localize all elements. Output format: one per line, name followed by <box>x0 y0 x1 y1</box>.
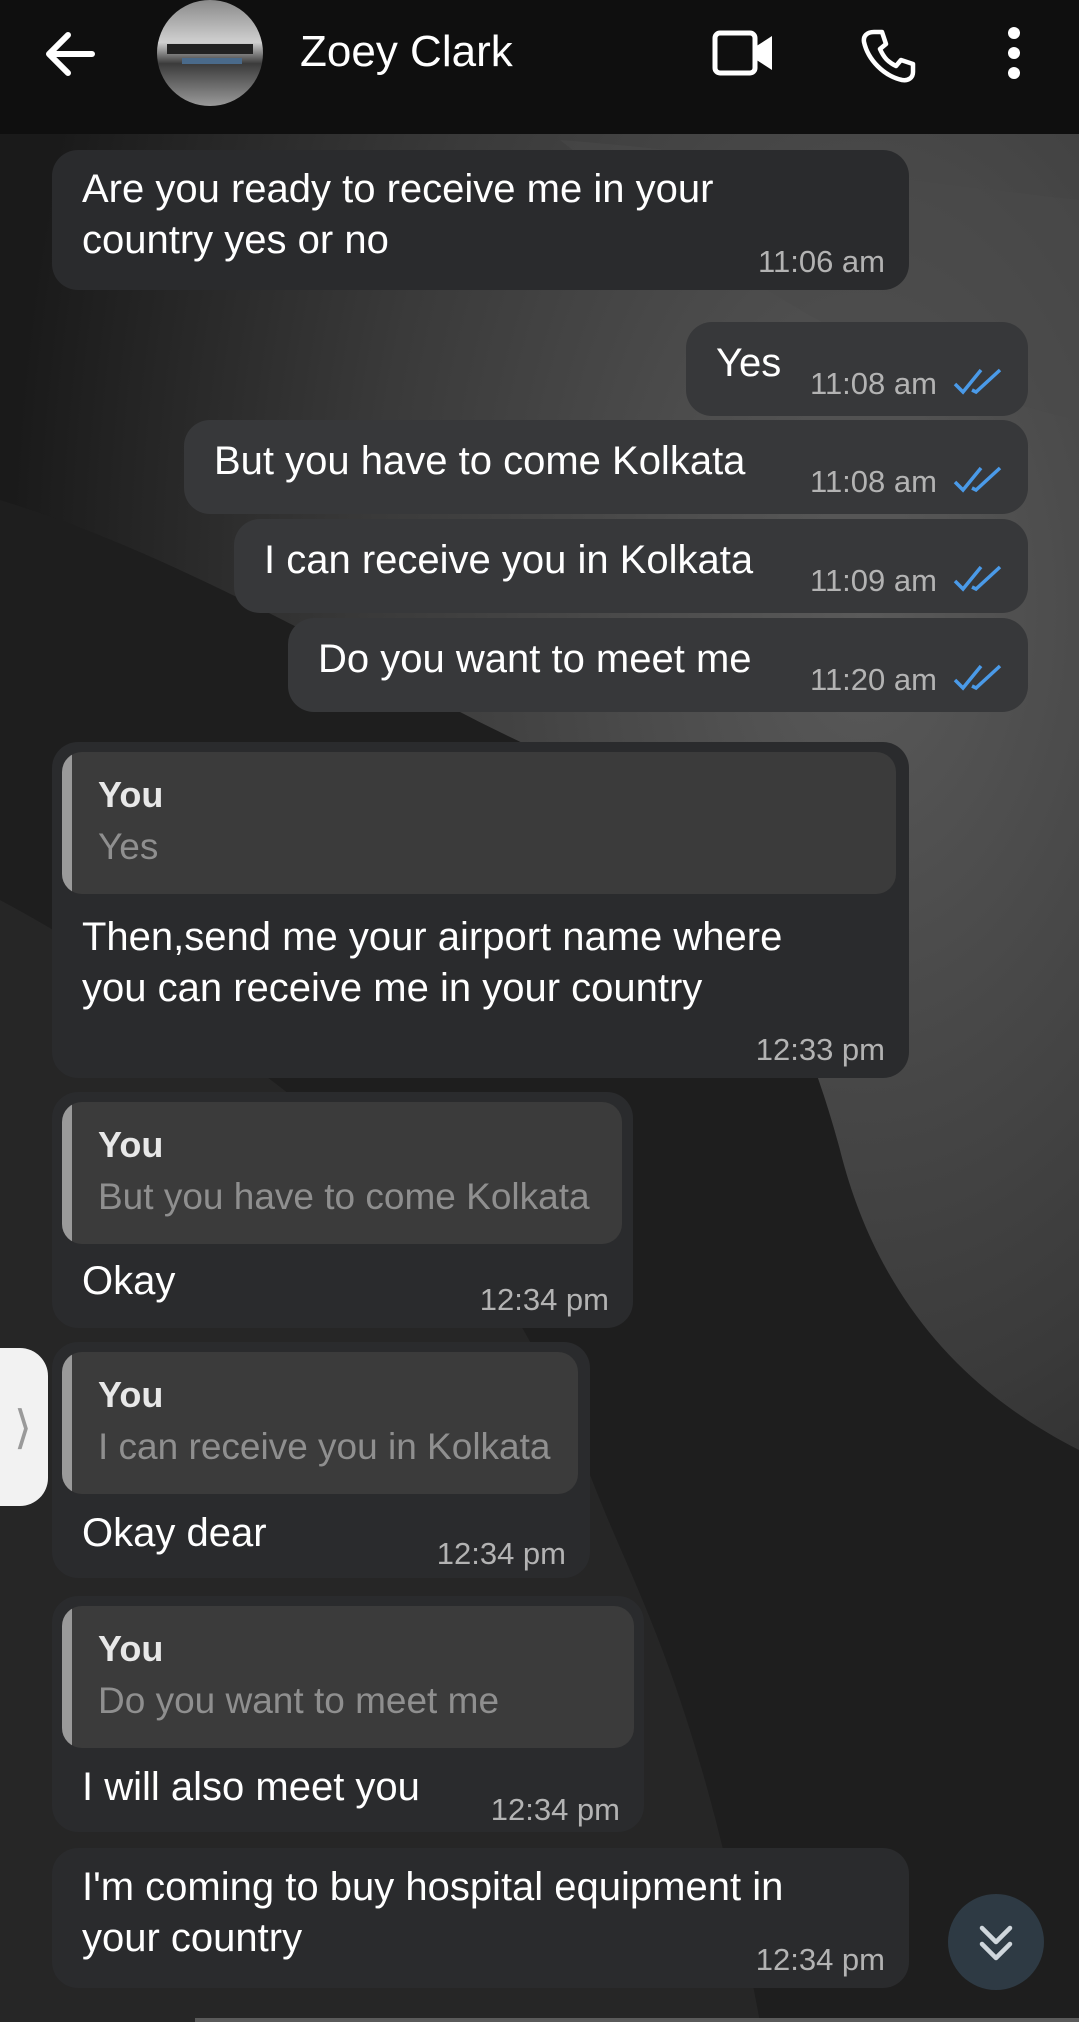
quote-text: Yes <box>98 826 159 867</box>
quote-author: You <box>98 774 164 815</box>
message-text: But you have to come Kolkata <box>214 439 746 483</box>
message-time: 12:34 pm <box>490 1792 620 1827</box>
quote-author: You <box>98 1124 164 1165</box>
contact-avatar[interactable] <box>157 0 263 106</box>
message-bubble-incoming[interactable]: You Yes Then,send me your airport name w… <box>52 742 909 1078</box>
message-time: 12:33 pm <box>755 1032 885 1067</box>
side-handle-glyph: ⟩ <box>14 1401 32 1453</box>
message-text: Do you want to meet me <box>318 637 752 681</box>
message-time: 11:09 am <box>810 563 937 598</box>
message-text: I can receive you in Kolkata <box>264 538 754 582</box>
message-bubble-incoming[interactable]: You Do you want to meet me I will also m… <box>52 1596 644 1832</box>
chat-header: Zoey Clark <box>0 0 1079 134</box>
input-bar-edge <box>195 2018 1079 2022</box>
message-time: 12:34 pm <box>479 1282 609 1317</box>
back-arrow-icon[interactable] <box>40 27 106 81</box>
message-text: Then,send me your airport name where <box>82 915 783 959</box>
message-bubble-incoming[interactable]: You But you have to come Kolkata Okay 12… <box>52 1092 633 1328</box>
message-text: Are you ready to receive me in your <box>82 167 714 211</box>
message-time: 11:08 am <box>810 464 937 499</box>
read-receipt-icon <box>953 565 1002 592</box>
double-chevron-down-icon <box>979 1925 1013 1961</box>
message-time: 12:34 pm <box>755 1942 885 1977</box>
message-bubble-outgoing[interactable]: Do you want to meet me 11:20 am <box>288 618 1028 712</box>
quote-text: But you have to come Kolkata <box>98 1176 590 1217</box>
read-receipt-icon <box>953 368 1002 395</box>
message-text: I will also meet you <box>82 1765 420 1809</box>
quoted-message[interactable]: You Do you want to meet me <box>62 1606 634 1748</box>
message-bubble-outgoing[interactable]: I can receive you in Kolkata 11:09 am <box>234 519 1028 613</box>
scroll-to-bottom-button[interactable] <box>948 1894 1044 1990</box>
message-text: you can receive me in your country <box>82 966 703 1010</box>
video-call-icon[interactable] <box>712 28 776 78</box>
message-text: Yes <box>716 341 782 385</box>
more-options-icon[interactable] <box>998 25 1030 81</box>
message-bubble-outgoing[interactable]: Yes 11:08 am <box>686 322 1028 416</box>
message-bubble-outgoing[interactable]: But you have to come Kolkata 11:08 am <box>184 420 1028 514</box>
message-bubble-incoming[interactable]: You I can receive you in Kolkata Okay de… <box>52 1342 590 1578</box>
quote-text: I can receive you in Kolkata <box>98 1426 551 1467</box>
side-panel-handle[interactable]: ⟩ <box>0 1348 48 1506</box>
message-text: country yes or no <box>82 218 389 262</box>
contact-name[interactable]: Zoey Clark <box>300 24 513 80</box>
message-text: Okay dear <box>82 1511 267 1555</box>
message-time: 11:06 am <box>758 244 885 279</box>
quote-author: You <box>98 1628 164 1669</box>
message-time: 11:08 am <box>810 366 937 401</box>
message-time: 11:20 am <box>810 662 937 697</box>
read-receipt-icon <box>953 466 1002 493</box>
quoted-message[interactable]: You I can receive you in Kolkata <box>62 1352 578 1494</box>
message-text: your country <box>82 1916 303 1960</box>
message-text: I'm coming to buy hospital equipment in <box>82 1865 784 1909</box>
message-bubble-incoming[interactable]: I'm coming to buy hospital equipment in … <box>52 1848 909 1988</box>
message-text: Okay <box>82 1259 176 1303</box>
quote-author: You <box>98 1374 164 1415</box>
message-bubble-incoming[interactable]: Are you ready to receive me in your coun… <box>52 150 909 290</box>
quote-text: Do you want to meet me <box>98 1680 500 1721</box>
phone-call-icon[interactable] <box>860 28 916 84</box>
quoted-message[interactable]: You But you have to come Kolkata <box>62 1102 622 1244</box>
quoted-message[interactable]: You Yes <box>62 752 896 894</box>
message-time: 12:34 pm <box>436 1536 566 1571</box>
read-receipt-icon <box>953 664 1002 691</box>
